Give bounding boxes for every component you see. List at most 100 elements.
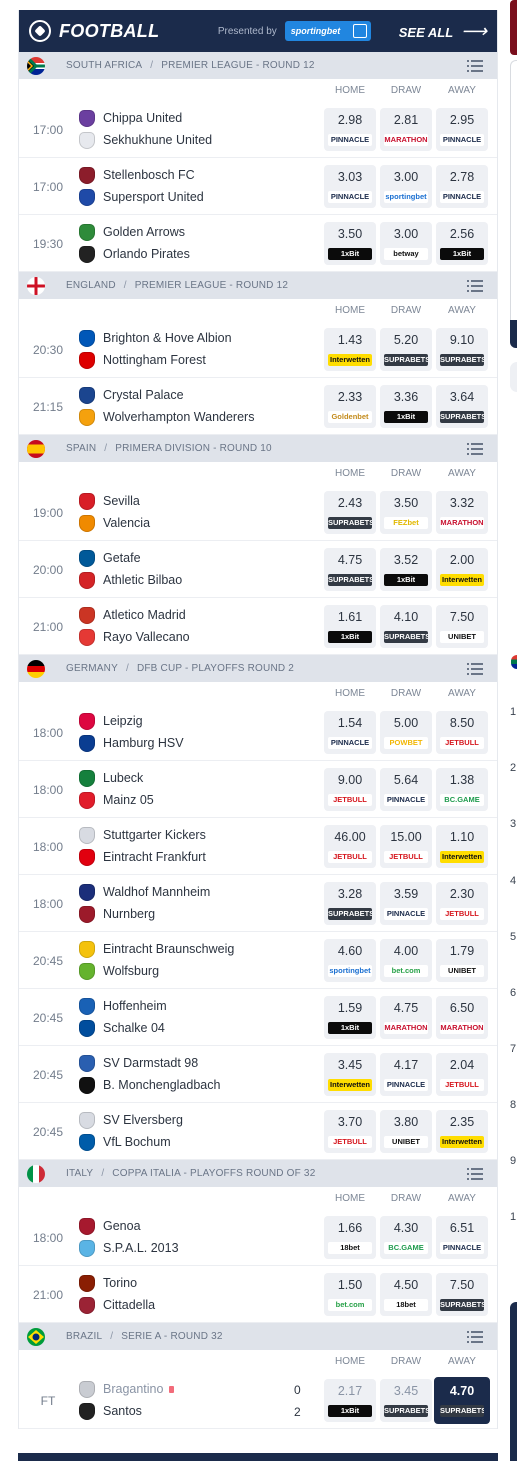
home-team[interactable]: Lubeck [79, 768, 143, 788]
home-odds-button[interactable]: 1.43 Interwetten [324, 328, 376, 371]
match-row[interactable]: 21:00 Atletico Madrid Rayo Vallecano 1.6… [19, 598, 497, 655]
home-odds-button[interactable]: 1.66 18bet [324, 1216, 376, 1259]
away-odds-button[interactable]: 2.56 1xBit [436, 222, 488, 265]
away-team[interactable]: Rayo Vallecano [79, 627, 190, 647]
away-team[interactable]: VfL Bochum [79, 1132, 171, 1152]
match-row[interactable]: 20:00 Getafe Athletic Bilbao 4.75 SUPRAB… [19, 541, 497, 598]
away-odds-button[interactable]: 1.79 UNIBET [436, 939, 488, 982]
away-odds-button[interactable]: 2.04 JETBULL [436, 1053, 488, 1096]
away-team[interactable]: Eintracht Frankfurt [79, 847, 206, 867]
sidebar-card-footer[interactable] [510, 320, 517, 348]
away-odds-button[interactable]: 1.38 BC.GAME [436, 768, 488, 811]
home-team[interactable]: SV Elversberg [79, 1110, 183, 1130]
home-odds-button[interactable]: 3.50 1xBit [324, 222, 376, 265]
list-menu-icon[interactable] [467, 59, 483, 72]
draw-odds-button[interactable]: 3.00 sportingbet [380, 165, 432, 208]
match-row[interactable]: 21:00 Torino Cittadella 1.50 bet.com 4.5… [19, 1266, 497, 1323]
list-menu-icon[interactable] [467, 1167, 483, 1180]
home-team[interactable]: Genoa [79, 1216, 141, 1236]
match-row[interactable]: 20:30 Brighton & Hove Albion Nottingham … [19, 321, 497, 378]
match-row[interactable]: 18:00 Genoa S.P.A.L. 2013 1.66 18bet 4.3… [19, 1209, 497, 1266]
home-team[interactable]: Bragantino [79, 1379, 175, 1399]
draw-odds-button[interactable]: 3.00 betway [380, 222, 432, 265]
away-team[interactable]: S.P.A.L. 2013 [79, 1238, 179, 1258]
home-odds-button[interactable]: 46.00 JETBULL [324, 825, 376, 868]
match-row[interactable]: 18:00 Lubeck Mainz 05 9.00 JETBULL 5.64 … [19, 761, 497, 818]
home-odds-button[interactable]: 1.50 bet.com [324, 1273, 376, 1316]
match-row[interactable]: 19:00 Sevilla Valencia 2.43 SUPRABETS 3.… [19, 484, 497, 541]
home-team[interactable]: Waldhof Mannheim [79, 882, 210, 902]
league-header[interactable]: GERMANY / DFB CUP - PLAYOFFS ROUND 2 [19, 655, 497, 682]
away-team[interactable]: Orlando Pirates [79, 244, 190, 264]
away-odds-button[interactable]: 1.10 Interwetten [436, 825, 488, 868]
away-odds-button[interactable]: 6.51 PINNACLE [436, 1216, 488, 1259]
away-team[interactable]: Cittadella [79, 1295, 155, 1315]
home-team[interactable]: Hoffenheim [79, 996, 167, 1016]
home-team[interactable]: Torino [79, 1273, 137, 1293]
draw-odds-button[interactable]: 3.80 UNIBET [380, 1110, 432, 1153]
match-row[interactable]: FT Bragantino Santos 0 2 2.17 1xBit 3.45… [19, 1372, 497, 1429]
home-team[interactable]: Crystal Palace [79, 385, 184, 405]
home-odds-button[interactable]: 4.60 sportingbet [324, 939, 376, 982]
home-odds-button[interactable]: 2.98 PINNACLE [324, 108, 376, 151]
draw-odds-button[interactable]: 4.00 bet.com [380, 939, 432, 982]
away-odds-button[interactable]: 2.00 Interwetten [436, 548, 488, 591]
away-team[interactable]: Valencia [79, 513, 150, 533]
away-team[interactable]: Nurnberg [79, 904, 155, 924]
list-menu-icon[interactable] [467, 279, 483, 292]
draw-odds-button[interactable]: 4.50 18bet [380, 1273, 432, 1316]
match-row[interactable]: 17:00 Stellenbosch FC Supersport United … [19, 158, 497, 215]
list-menu-icon[interactable] [467, 1330, 483, 1343]
draw-odds-button[interactable]: 3.50 FEZbet [380, 491, 432, 534]
draw-odds-button[interactable]: 4.30 BC.GAME [380, 1216, 432, 1259]
draw-odds-button[interactable]: 5.00 POWBET [380, 711, 432, 754]
away-odds-button[interactable]: 8.50 JETBULL [436, 711, 488, 754]
league-header[interactable]: BRAZIL / SERIE A - ROUND 32 [19, 1323, 497, 1350]
home-odds-button[interactable]: 2.43 SUPRABETS [324, 491, 376, 534]
see-all-link[interactable]: SEE ALL ⟶ [399, 21, 487, 42]
league-header[interactable]: ITALY / COPPA ITALIA - PLAYOFFS ROUND OF… [19, 1160, 497, 1187]
away-team[interactable]: Santos [79, 1401, 142, 1421]
home-team[interactable]: Golden Arrows [79, 222, 185, 242]
match-row[interactable]: 17:00 Chippa United Sekhukhune United 2.… [19, 101, 497, 158]
home-team[interactable]: Getafe [79, 548, 141, 568]
match-row[interactable]: 21:15 Crystal Palace Wolverhampton Wande… [19, 378, 497, 435]
home-odds-button[interactable]: 3.45 Interwetten [324, 1053, 376, 1096]
draw-odds-button[interactable]: 3.52 1xBit [380, 548, 432, 591]
away-odds-button[interactable]: 6.50 MARATHON [436, 996, 488, 1039]
away-odds-button[interactable]: 4.70 SUPRABETS [434, 1377, 490, 1424]
away-odds-button[interactable]: 2.78 PINNACLE [436, 165, 488, 208]
away-team[interactable]: B. Monchengladbach [79, 1075, 220, 1095]
sidebar-toggle[interactable] [510, 362, 517, 392]
draw-odds-button[interactable]: 5.20 SUPRABETS [380, 328, 432, 371]
home-team[interactable]: Eintracht Braunschweig [79, 939, 234, 959]
away-odds-button[interactable]: 7.50 UNIBET [436, 605, 488, 648]
sidebar-banner[interactable] [510, 0, 517, 55]
match-row[interactable]: 20:45 Eintracht Braunschweig Wolfsburg 4… [19, 932, 497, 989]
away-team[interactable]: Hamburg HSV [79, 733, 184, 753]
home-team[interactable]: Leipzig [79, 711, 143, 731]
away-team[interactable]: Supersport United [79, 187, 204, 207]
draw-odds-button[interactable]: 2.81 MARATHON [380, 108, 432, 151]
sidebar-bottom-card[interactable] [510, 1302, 517, 1461]
match-row[interactable]: 20:45 SV Darmstadt 98 B. Monchengladbach… [19, 1046, 497, 1103]
home-team[interactable]: Stellenbosch FC [79, 165, 195, 185]
league-header[interactable]: ENGLAND / PREMIER LEAGUE - ROUND 12 [19, 272, 497, 299]
away-odds-button[interactable]: 2.35 Interwetten [436, 1110, 488, 1153]
home-team[interactable]: Atletico Madrid [79, 605, 186, 625]
home-odds-button[interactable]: 1.54 PINNACLE [324, 711, 376, 754]
home-odds-button[interactable]: 4.75 SUPRABETS [324, 548, 376, 591]
home-team[interactable]: Brighton & Hove Albion [79, 328, 232, 348]
draw-odds-button[interactable]: 4.10 SUPRABETS [380, 605, 432, 648]
match-row[interactable]: 20:45 SV Elversberg VfL Bochum 3.70 JETB… [19, 1103, 497, 1160]
home-odds-button[interactable]: 1.59 1xBit [324, 996, 376, 1039]
home-odds-button[interactable]: 3.28 SUPRABETS [324, 882, 376, 925]
match-row[interactable]: 18:00 Stuttgarter Kickers Eintracht Fran… [19, 818, 497, 875]
home-odds-button[interactable]: 2.17 1xBit [324, 1379, 376, 1422]
home-odds-button[interactable]: 2.33 Goldenbet [324, 385, 376, 428]
home-team[interactable]: Chippa United [79, 108, 182, 128]
league-header[interactable]: SOUTH AFRICA / PREMIER LEAGUE - ROUND 12 [19, 52, 497, 79]
match-row[interactable]: 18:00 Leipzig Hamburg HSV 1.54 PINNACLE … [19, 704, 497, 761]
draw-odds-button[interactable]: 4.17 PINNACLE [380, 1053, 432, 1096]
list-menu-icon[interactable] [467, 662, 483, 675]
